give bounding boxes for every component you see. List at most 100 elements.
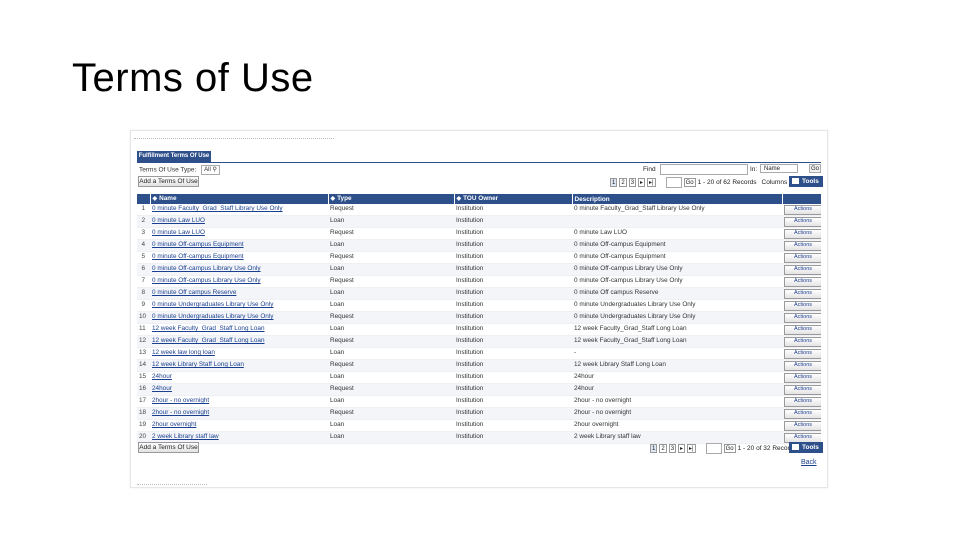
tou-name-link[interactable]: 12 week Faculty_Grad_Staff Long Loan [150, 335, 328, 348]
search-field-value: Name [764, 166, 781, 172]
actions-button[interactable]: Actions [784, 241, 821, 251]
row-actions-cell: Actions [782, 335, 821, 348]
actions-button[interactable]: Actions [784, 313, 821, 323]
tou-description: 0 minute Off-campus Equipment [572, 239, 782, 252]
page-tab[interactable]: Fulfillment Terms Of Use [137, 151, 211, 162]
tou-name-link[interactable]: 0 minute Off-campus Library Use Only [150, 263, 328, 276]
page-number-input[interactable] [705, 443, 722, 454]
tou-name-link[interactable]: 0 minute Off-campus Library Use Only [150, 275, 328, 288]
actions-button[interactable]: Actions [784, 361, 821, 371]
columns-menu[interactable]: Columns [762, 178, 788, 187]
tools-button-bottom[interactable]: Tools [789, 442, 823, 453]
row-index: 10 [137, 311, 150, 324]
row-actions-cell: Actions [782, 227, 821, 240]
actions-button[interactable]: Actions [784, 289, 821, 299]
tou-name-link[interactable]: 0 minute Law LUO [150, 227, 328, 240]
actions-button[interactable]: Actions [784, 265, 821, 275]
page-3-button[interactable]: 3 [628, 178, 637, 187]
actions-button[interactable]: Actions [784, 385, 821, 395]
actions-button[interactable]: Actions [784, 229, 821, 239]
last-page-button[interactable]: ▸| [647, 178, 656, 187]
tou-name-link[interactable]: 0 minute Undergraduates Library Use Only [150, 311, 328, 324]
row-index: 14 [137, 359, 150, 372]
search-go-button[interactable]: Go [809, 164, 821, 173]
page-number-input[interactable] [665, 177, 682, 188]
table-row: 15 24hour Loan Institution 24hour Actions [137, 371, 821, 384]
actions-button[interactable]: Actions [784, 217, 821, 227]
search-field-select[interactable]: Name [760, 164, 798, 173]
page-3-button[interactable]: 3 [668, 444, 677, 453]
tou-owner: Institution [454, 359, 572, 372]
next-page-button[interactable]: ▸ [678, 444, 686, 453]
tou-name-link[interactable]: 12 week law long loan [150, 347, 328, 360]
actions-button[interactable]: Actions [784, 373, 821, 383]
tou-type: Request [328, 251, 454, 264]
tou-description: 24hour [572, 383, 782, 396]
tou-type: Loan [328, 371, 454, 384]
table-row: 18 2hour - no overnight Request Institution… [137, 407, 821, 420]
tou-owner: Institution [454, 227, 572, 240]
back-link[interactable]: Back [801, 459, 817, 466]
actions-button[interactable]: Actions [784, 253, 821, 263]
row-actions-cell: Actions [782, 287, 821, 300]
find-input[interactable] [660, 164, 748, 175]
actions-button[interactable]: Actions [784, 325, 821, 335]
terms-table: ◆ Name ◆ Type ◆ TOU Owner Description 10 mi… [137, 194, 822, 444]
tou-owner: Institution [454, 335, 572, 348]
row-actions-cell: Actions [782, 299, 821, 312]
next-page-button[interactable]: ▸ [638, 178, 646, 187]
table-row: 17 2hour - no overnight Loan Institution 2ho… [137, 395, 821, 408]
tou-name-link[interactable]: 0 minute Off campus Reserve [150, 287, 328, 300]
page-go-button[interactable]: Go [723, 444, 736, 453]
table-row: 20 minute Law LUO Loan Institution Actions [137, 215, 821, 228]
col-header-owner[interactable]: ◆ TOU Owner [454, 194, 573, 204]
tou-name-link[interactable]: 12 week Library Staff Long Loan [150, 359, 328, 372]
actions-button[interactable]: Actions [784, 277, 821, 287]
actions-button[interactable]: Actions [784, 301, 821, 311]
page-2-button[interactable]: 2 [619, 178, 627, 187]
tou-owner: Institution [454, 371, 572, 384]
tou-name-link[interactable]: 0 minute Undergraduates Library Use Only [150, 299, 328, 312]
col-header-name[interactable]: ◆ Name [150, 194, 329, 204]
row-index: 1 [137, 204, 150, 216]
tou-name-link[interactable]: 0 minute Faculty_Grad_Staff Library Use … [150, 204, 328, 216]
tou-description: 2 week Library staff law [572, 431, 782, 444]
tools-button[interactable]: Tools [789, 176, 823, 187]
last-page-button[interactable]: ▸| [687, 444, 696, 453]
tou-name-link[interactable]: 2hour overnight [150, 419, 328, 432]
page-1-button[interactable]: 1 [610, 178, 618, 187]
actions-button[interactable]: Actions [784, 397, 821, 407]
actions-button[interactable]: Actions [784, 205, 821, 215]
table-row: 11 12 week Faculty_Grad_Staff Long Loan Lo… [137, 323, 821, 336]
table-row: 90 minute Undergraduates Library Use Onl… [137, 299, 821, 312]
tou-name-link[interactable]: 0 minute Off-campus Equipment [150, 239, 328, 252]
page-go-button[interactable]: Go [683, 178, 696, 187]
tou-name-link[interactable]: 2hour - no overnight [150, 395, 328, 408]
table-row: 16 24hour Request Institution 24hour Actions [137, 383, 821, 396]
row-actions-cell: Actions [782, 371, 821, 384]
filter-label: Terms Of Use Type: [139, 166, 197, 174]
actions-button[interactable]: Actions [784, 421, 821, 431]
add-terms-button-bottom[interactable]: Add a Terms Of Use [138, 442, 199, 453]
filter-select[interactable]: All ⚲ [201, 165, 220, 175]
col-header-type[interactable]: ◆ Type [328, 194, 455, 204]
tou-description: 12 week Faculty_Grad_Staff Long Loan [572, 335, 782, 348]
add-terms-button[interactable]: Add a Terms Of Use [138, 176, 199, 187]
tou-name-link[interactable]: 24hour [150, 371, 328, 384]
tou-name-link[interactable]: 0 minute Law LUO [150, 215, 328, 228]
actions-button[interactable]: Actions [784, 409, 821, 419]
page-1-button[interactable]: 1 [650, 444, 658, 453]
tou-name-link[interactable]: 24hour [150, 383, 328, 396]
actions-button[interactable]: Actions [784, 337, 821, 347]
footer [137, 484, 207, 487]
row-index: 2 [137, 215, 150, 228]
actions-button[interactable]: Actions [784, 349, 821, 359]
tou-name-link[interactable]: 0 minute Off-campus Equipment [150, 251, 328, 264]
tou-name-link[interactable]: 2hour - no overnight [150, 407, 328, 420]
tou-name-link[interactable]: 12 week Faculty_Grad_Staff Long Loan [150, 323, 328, 336]
page-2-button[interactable]: 2 [659, 444, 667, 453]
row-actions-cell: Actions [782, 359, 821, 372]
table-row: 13 12 week law long loan Loan Institution - A… [137, 347, 821, 360]
tools-label: Tools [802, 178, 819, 185]
tou-owner: Institution [454, 215, 572, 228]
